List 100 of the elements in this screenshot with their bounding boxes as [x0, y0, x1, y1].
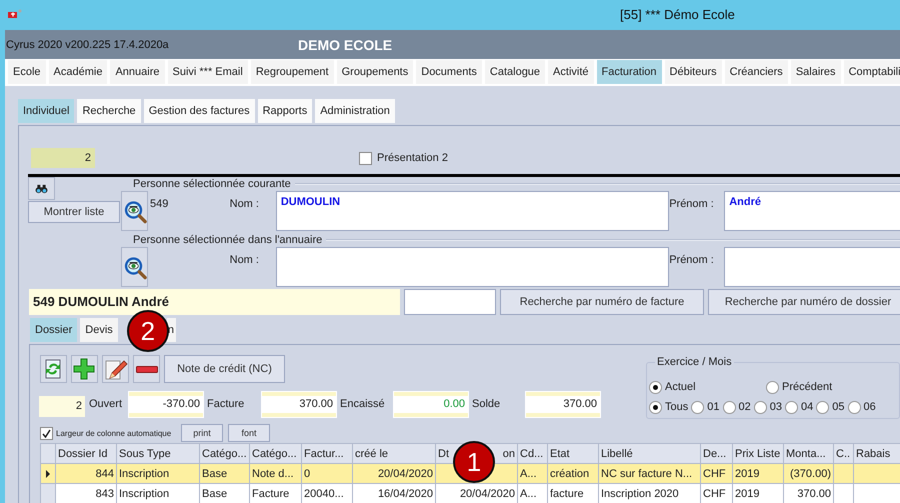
tab[interactable]: Facturation [596, 60, 662, 84]
radio-button[interactable] [691, 400, 704, 414]
checkbox-label: Largeur de colonne automatique [55, 428, 172, 438]
tab[interactable]: Individuel [18, 99, 74, 123]
credit-note-button[interactable]: Note de crédit (NC) [164, 355, 285, 383]
first-name-field[interactable] [724, 247, 900, 287]
tab[interactable]: Salaires [790, 60, 841, 84]
table-cell: Facture [250, 484, 302, 503]
column-header[interactable]: Libellé [598, 444, 700, 464]
plus-icon [72, 358, 96, 380]
school-name: DEMO ECOLE [298, 36, 392, 52]
name-field[interactable] [276, 247, 670, 287]
version-text: Cyrus 2020 v200.225 17.4.2020a [5, 38, 170, 50]
table-cell: NC sur facture N... [598, 464, 700, 484]
name-field[interactable]: DUMOULIN [276, 191, 670, 231]
radio-label: 06 [864, 401, 876, 413]
column-header[interactable]: Monta... [784, 444, 834, 464]
tab[interactable]: Regroupement [250, 60, 334, 84]
grid-button[interactable]: print [181, 424, 223, 442]
callout-badge: 1 [453, 441, 495, 483]
column-header[interactable]: Factur... [302, 444, 352, 464]
check-icon [42, 428, 51, 438]
tab[interactable]: Suivi *** Email [168, 60, 248, 84]
tab[interactable]: Dossier [30, 318, 78, 342]
tab[interactable]: Administration [315, 99, 395, 123]
radio-button[interactable] [766, 380, 779, 394]
radio-button[interactable] [722, 400, 736, 414]
table-cell: CHF [700, 464, 732, 484]
column-header[interactable]: créé le [352, 444, 436, 464]
column-header[interactable]: Cd... [518, 444, 548, 464]
radio-button[interactable] [649, 400, 662, 414]
checkbox-label: Présentation 2 [377, 152, 448, 164]
amount-label: Facture [206, 397, 246, 410]
search-button[interactable]: Recherche par numéro de facture [500, 289, 704, 315]
number-input-field[interactable] [404, 289, 496, 315]
tab[interactable]: Documents [416, 60, 482, 84]
column-header[interactable]: Catégo... [200, 444, 250, 464]
table-cell: Base [200, 464, 250, 484]
radio-button[interactable] [816, 400, 830, 414]
add-button[interactable] [71, 355, 98, 383]
tab[interactable]: Rapports [258, 99, 312, 123]
radio-button[interactable] [649, 380, 662, 394]
show-list-button[interactable]: Montrer liste [28, 201, 120, 223]
table-cell: Note d... [250, 464, 302, 484]
table-cell: 2019 [732, 464, 784, 484]
amount-field: -370.00 [129, 392, 203, 417]
amount-label: Solde [471, 397, 502, 410]
radio-label: 05 [832, 401, 844, 413]
table-cell: 20/04/2020 [352, 464, 436, 484]
checkbox[interactable] [40, 426, 53, 440]
table-row[interactable]: 843 Inscription Base Facture 20040... 16/04/2020 20/04/2020 A... facture Inscription 2020 CHF 2019 370.00 [40, 484, 900, 503]
edit-button[interactable] [102, 355, 129, 383]
table-cell: 0 [302, 464, 352, 484]
column-header[interactable]: De... [700, 444, 732, 464]
search-person-button[interactable] [121, 191, 148, 231]
tab[interactable]: Comptabili [844, 60, 900, 84]
radio-label: Actuel [665, 381, 696, 393]
column-header[interactable]: Sous Type [116, 444, 200, 464]
table-cell: A... [518, 464, 548, 484]
tab[interactable]: Académie [48, 60, 108, 84]
refresh-button[interactable] [40, 355, 67, 383]
radio-label: 01 [707, 401, 720, 413]
tab[interactable]: Débiteurs [664, 60, 722, 84]
binoculars-button[interactable] [28, 177, 55, 200]
window-title: [55] *** Démo Ecole [620, 7, 735, 22]
tab[interactable]: Ecole [8, 60, 46, 84]
column-header[interactable]: Dossier Id [56, 444, 116, 464]
checkbox[interactable] [359, 152, 372, 164]
column-header[interactable]: Prix Liste [732, 444, 784, 464]
minus-icon [136, 366, 158, 372]
grid-button[interactable]: font [228, 424, 270, 442]
table-cell: (370.00) [784, 464, 834, 484]
radio-label: 03 [770, 401, 782, 413]
radio-button[interactable] [785, 400, 798, 414]
table-cell: 2019 [732, 484, 784, 503]
first-name-field[interactable]: André [724, 191, 900, 231]
tab[interactable]: Devis [80, 318, 118, 342]
tab[interactable]: Activité [548, 60, 594, 84]
tab[interactable]: Catalogue [484, 60, 546, 84]
search-person-button[interactable] [121, 247, 148, 287]
field-label: Prénom : [669, 197, 715, 212]
tab[interactable]: Groupements [336, 60, 414, 84]
search-button[interactable]: Recherche par numéro de dossier [708, 289, 900, 315]
group-title: Personne sélectionnée courante [132, 178, 292, 190]
selected-person-name: 549 DUMOULIN André [29, 289, 400, 315]
tab[interactable]: Gestion des factures [144, 99, 255, 123]
column-header[interactable]: Rabais [854, 444, 900, 464]
column-header[interactable]: C.. [834, 444, 854, 464]
tab[interactable]: Annuaire [110, 60, 164, 84]
app-icon [8, 9, 22, 19]
column-header[interactable]: Catégo... [250, 444, 302, 464]
table-cell: CHF [700, 484, 732, 503]
callout-badge: 2 [126, 310, 169, 352]
tab[interactable]: Créanciers [724, 60, 788, 84]
tab[interactable]: Recherche [77, 99, 141, 123]
radio-button[interactable] [848, 400, 860, 414]
column-header[interactable]: Etat [548, 444, 598, 464]
delete-button[interactable] [133, 355, 160, 383]
radio-button[interactable] [754, 400, 767, 414]
table-cell: 844 [56, 464, 116, 484]
